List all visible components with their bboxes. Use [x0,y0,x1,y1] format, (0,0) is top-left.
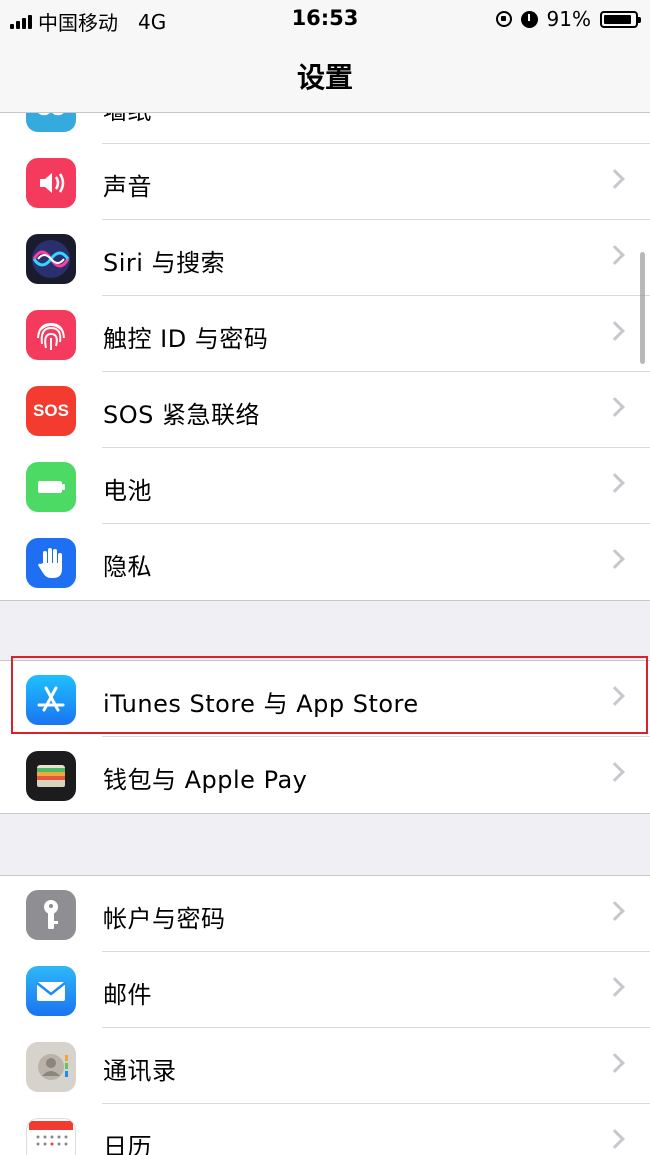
battery-fill [604,14,632,24]
chevron-right-icon [605,977,625,997]
settings-screen: 中国移动 4G 16:53 91% 设置 墙纸 声音 [0,0,650,1155]
wallet-icon [26,751,76,801]
settings-row-label: 隐私 [103,553,152,581]
settings-row-label: 通讯录 [103,1057,177,1085]
settings-row-sound[interactable]: 声音 [0,144,650,220]
settings-row-touch-id[interactable]: 触控 ID 与密码 [0,296,650,372]
calendar-icon [26,1118,76,1155]
battery-indicator-icon [600,10,641,28]
settings-row-siri[interactable]: Siri 与搜索 [0,220,650,296]
chevron-right-icon [605,169,625,189]
settings-row-calendar[interactable]: 日历 [0,1104,650,1155]
settings-row-contacts[interactable]: 通讯录 [0,1028,650,1104]
settings-row-privacy[interactable]: 隐私 [0,524,650,600]
settings-row-itunes-app-store[interactable]: iTunes Store 与 App Store [0,661,650,737]
settings-row-sos[interactable]: SOS SOS 紧急联络 [0,372,650,448]
battery-icon [26,462,76,512]
settings-row-label: 触控 ID 与密码 [103,325,269,353]
settings-row-battery[interactable]: 电池 [0,448,650,524]
fingerprint-icon [26,310,76,360]
chevron-right-icon [605,1053,625,1073]
settings-group-general: 墙纸 声音 Siri 与搜索 触控 ID 与密码 [0,67,650,601]
app-store-icon [26,675,76,725]
chevron-right-icon [605,686,625,706]
chevron-right-icon [605,549,625,569]
settings-row-wallet[interactable]: 钱包与 Apple Pay [0,737,650,813]
chevron-right-icon [605,1129,625,1149]
status-bar: 中国移动 4G 16:53 91% [0,0,650,38]
settings-group-store: iTunes Store 与 App Store 钱包与 Apple Pay [0,660,650,814]
settings-row-label: 钱包与 Apple Pay [103,766,308,794]
settings-row-accounts-passwords[interactable]: 帐户与密码 [0,876,650,952]
siri-icon [26,234,76,284]
scrollbar[interactable] [640,252,645,364]
chevron-right-icon [605,397,625,417]
sound-icon [26,158,76,208]
status-right: 91% [495,7,641,31]
contacts-icon [26,1042,76,1092]
settings-row-label: 日历 [103,1133,152,1155]
chevron-right-icon [605,321,625,341]
sos-icon: SOS [26,386,76,436]
settings-row-label: 邮件 [103,981,152,1009]
chevron-right-icon [605,245,625,265]
mail-icon [26,966,76,1016]
key-icon [26,890,76,940]
hand-icon [26,538,76,588]
settings-row-label: Siri 与搜索 [103,249,226,277]
page-title: 设置 [296,61,353,94]
settings-row-mail[interactable]: 邮件 [0,952,650,1028]
alarm-icon [520,10,538,28]
settings-row-label: 声音 [103,173,152,201]
settings-group-accounts: 帐户与密码 邮件 通讯录 日历 [0,875,650,1155]
settings-row-label: 电池 [103,477,152,505]
chevron-right-icon [605,473,625,493]
chevron-right-icon [605,901,625,921]
rotation-lock-icon [495,11,512,27]
settings-row-label: 帐户与密码 [103,905,226,933]
settings-row-label: SOS 紧急联络 [103,401,260,429]
navigation-bar: 设置 [0,38,650,113]
sos-icon-text: SOS [33,401,69,420]
chevron-right-icon [605,762,625,782]
settings-row-label: iTunes Store 与 App Store [103,690,419,718]
battery-percent: 91% [546,7,591,31]
